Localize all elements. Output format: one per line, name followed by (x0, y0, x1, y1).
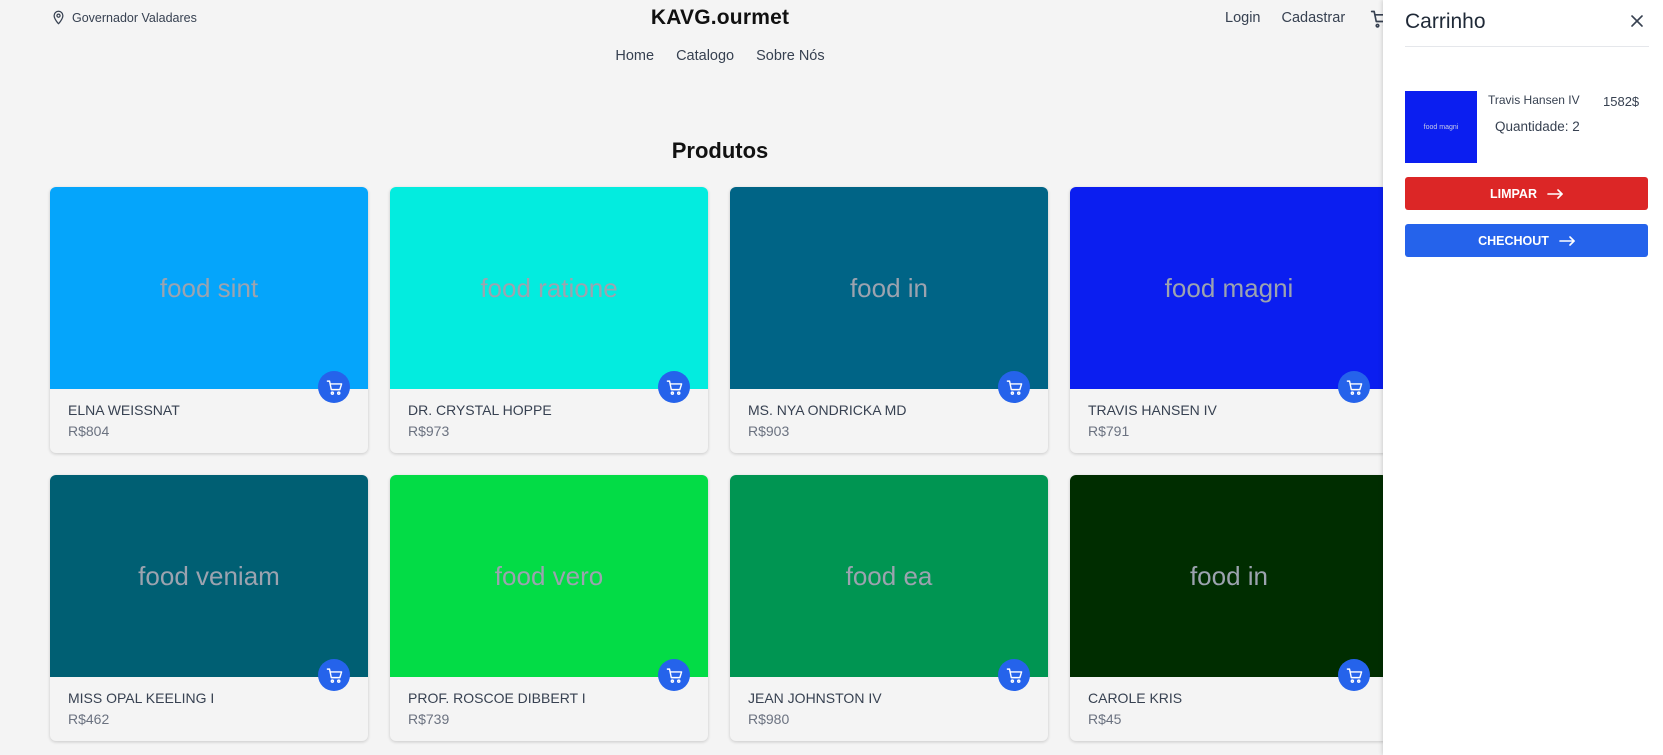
product-price: R$804 (68, 423, 110, 439)
product-name: TRAVIS HANSEN IV (1088, 402, 1217, 418)
product-image-text: food vero (494, 560, 604, 591)
product-name: ELNA WEISSNAT (68, 402, 180, 418)
product-card[interactable]: food ea JEAN JOHNSTON IV R$980 (730, 475, 1048, 741)
product-card[interactable]: food in CAROLE KRIS R$45 (1070, 475, 1388, 741)
product-card[interactable]: food magni TRAVIS HANSEN IV R$791 (1070, 187, 1388, 453)
login-link[interactable]: Login (1225, 10, 1260, 26)
product-image-text: food in (1189, 560, 1269, 591)
product-price: R$791 (1088, 423, 1130, 439)
cart-item-quantity: Quantidade: 2 (1495, 119, 1580, 134)
cart-divider (1405, 46, 1649, 47)
add-to-cart-icon (1006, 379, 1022, 395)
product-price: R$903 (748, 423, 790, 439)
checkout-button[interactable]: CHECHOUT (1405, 224, 1648, 257)
add-to-cart-icon (1006, 667, 1022, 683)
add-to-cart-button[interactable] (318, 371, 350, 403)
add-to-cart-button[interactable] (998, 659, 1030, 691)
cart-item-thumbnail: food magni (1405, 91, 1477, 163)
close-icon[interactable] (1630, 14, 1644, 28)
add-to-cart-icon (666, 667, 682, 683)
product-price: R$739 (408, 711, 450, 727)
product-image-text: food in (849, 272, 929, 303)
add-to-cart-button[interactable] (658, 371, 690, 403)
add-to-cart-icon (1346, 667, 1362, 683)
add-to-cart-button[interactable] (1338, 659, 1370, 691)
product-image[interactable]: food ea (730, 475, 1048, 677)
main-nav: Home Catalogo Sobre Nós (0, 48, 1440, 64)
product-image-text: food veniam (138, 560, 280, 591)
product-name: CAROLE KRIS (1088, 690, 1183, 706)
product-image-text: food ea (845, 560, 933, 591)
product-image[interactable]: food ratione (390, 187, 708, 389)
product-card[interactable]: food in MS. NYA ONDRICKA MD R$903 (730, 187, 1048, 453)
product-image[interactable]: food vero (390, 475, 708, 677)
product-name: DR. CRYSTAL HOPPE (408, 402, 552, 418)
product-image[interactable]: food magni (1070, 187, 1388, 389)
cart-item-price: 1582$ (1603, 94, 1640, 109)
clear-cart-button[interactable]: LIMPAR (1405, 177, 1648, 210)
product-name: MISS OPAL KEELING I (68, 690, 215, 706)
cart-item-name: Travis Hansen IV (1488, 93, 1580, 107)
product-card[interactable]: food sint ELNA WEISSNAT R$804 (50, 187, 368, 453)
product-image[interactable]: food in (1070, 475, 1388, 677)
arrow-right-icon (1547, 188, 1563, 199)
product-card[interactable]: food ratione DR. CRYSTAL HOPPE R$973 (390, 187, 708, 453)
brand-logo[interactable]: KAVG.ourmet (0, 6, 1440, 30)
product-name: JEAN JOHNSTON IV (748, 690, 882, 706)
products-title: Produtos (671, 138, 769, 163)
add-to-cart-icon (326, 667, 342, 683)
checkout-label: CHECHOUT (1478, 233, 1549, 248)
add-to-cart-icon (666, 379, 682, 395)
product-price: R$45 (1088, 711, 1122, 727)
product-image-text: food ratione (480, 272, 618, 303)
product-name: PROF. ROSCOE DIBBERT I (408, 690, 586, 706)
auth-links: Login Cadastrar (1225, 10, 1345, 26)
cart-drawer: Carrinho food magni Travis Hansen IV 158… (1383, 0, 1663, 755)
product-price: R$973 (408, 423, 450, 439)
add-to-cart-button[interactable] (998, 371, 1030, 403)
nav-home[interactable]: Home (615, 48, 654, 64)
add-to-cart-icon (1346, 379, 1362, 395)
product-image[interactable]: food in (730, 187, 1048, 389)
product-image-text: food magni (1164, 272, 1294, 303)
product-image-text: food sint (159, 272, 259, 303)
product-image[interactable]: food sint (50, 187, 368, 389)
product-name: MS. NYA ONDRICKA MD (748, 402, 907, 418)
add-to-cart-button[interactable] (318, 659, 350, 691)
register-link[interactable]: Cadastrar (1281, 10, 1345, 26)
add-to-cart-button[interactable] (1338, 371, 1370, 403)
product-image[interactable]: food veniam (50, 475, 368, 677)
nav-catalog[interactable]: Catalogo (676, 48, 734, 64)
arrow-right-icon (1559, 235, 1575, 246)
cart-item-image-text: food magni (1423, 123, 1459, 131)
add-to-cart-icon (326, 379, 342, 395)
product-card[interactable]: food vero PROF. ROSCOE DIBBERT I R$739 (390, 475, 708, 741)
product-card[interactable]: food veniam MISS OPAL KEELING I R$462 (50, 475, 368, 741)
product-price: R$462 (68, 711, 110, 727)
add-to-cart-button[interactable] (658, 659, 690, 691)
clear-cart-label: LIMPAR (1490, 186, 1537, 201)
product-price: R$980 (748, 711, 790, 727)
nav-about[interactable]: Sobre Nós (756, 48, 825, 64)
cart-title: Carrinho (1405, 10, 1486, 33)
